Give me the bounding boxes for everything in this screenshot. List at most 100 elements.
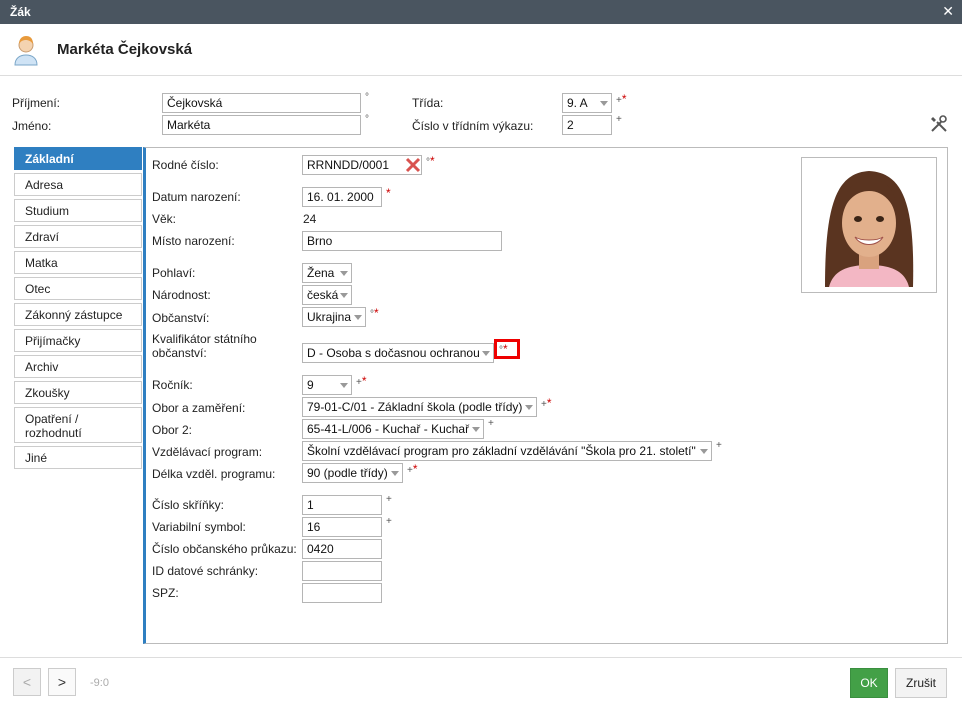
window-title: Žák — [10, 5, 31, 19]
tab-zdravi[interactable]: Zdraví — [14, 225, 142, 248]
kvalifikator-select[interactable]: D - Osoba s dočasnou ochranou — [302, 343, 494, 363]
prijmeni-label: Příjmení: — [12, 96, 61, 110]
rodne-cislo-input[interactable] — [302, 155, 422, 175]
chevron-down-icon — [340, 271, 348, 276]
required-mark: +* — [541, 396, 552, 410]
tab-zkousky[interactable]: Zkoušky — [14, 381, 142, 404]
required-mark: °* — [499, 342, 508, 356]
cislo-label: Číslo v třídním výkazu: — [412, 119, 534, 133]
trida-label: Třída: — [412, 96, 444, 110]
op-input[interactable] — [302, 539, 382, 559]
jmeno-input[interactable] — [162, 115, 361, 135]
rocnik-select[interactable]: 9 — [302, 375, 352, 395]
program-label: Vzdělávací program: — [152, 445, 263, 459]
obcanstvi-value: Ukrajina — [307, 310, 352, 324]
skrinka-input[interactable] — [302, 495, 382, 515]
skrinka-label: Číslo skříňky: — [152, 498, 225, 512]
misto-label: Místo narození: — [152, 234, 235, 248]
datum-input[interactable] — [302, 187, 382, 207]
required-mark: °* — [370, 306, 379, 320]
kvalifikator-label-2: občanství: — [152, 346, 207, 360]
chevron-down-icon — [472, 427, 480, 432]
pohlavi-label: Pohlaví: — [152, 266, 196, 280]
window-titlebar: Žák ✕ — [0, 0, 962, 24]
next-button[interactable]: > — [48, 668, 76, 696]
kvalifikator-value: D - Osoba s dočasnou ochranou — [307, 346, 480, 360]
op-label: Číslo občanského průkazu: — [152, 542, 297, 556]
chevron-down-icon — [482, 351, 490, 356]
tab-matka[interactable]: Matka — [14, 251, 142, 274]
student-photo — [801, 157, 937, 293]
obor2-select[interactable]: 65-41-L/006 - Kuchař - Kuchař — [302, 419, 484, 439]
tab-archiv[interactable]: Archiv — [14, 355, 142, 378]
trida-value: 9. A — [567, 96, 588, 110]
trida-select[interactable]: 9. A — [562, 93, 612, 113]
tab-zakladni[interactable]: Základní — [14, 147, 142, 170]
tab-opatreni[interactable]: Opatření / rozhodnutí — [14, 407, 142, 443]
tools-icon[interactable] — [930, 115, 948, 133]
datum-label: Datum narození: — [152, 190, 241, 204]
narodnost-value: česká — [307, 288, 339, 302]
prev-button[interactable]: < — [13, 668, 41, 696]
obor-select[interactable]: 79-01-C/01 - Základní škola (podle třídy… — [302, 397, 537, 417]
chevron-down-icon — [600, 101, 608, 106]
program-select[interactable]: Školní vzdělávací program pro základní v… — [302, 441, 712, 461]
portrait-image — [807, 163, 931, 287]
dialog-header: Markéta Čejkovská — [0, 24, 962, 76]
required-mark: +* — [356, 374, 367, 388]
tab-studium[interactable]: Studium — [14, 199, 142, 222]
obcanstvi-label: Občanství: — [152, 311, 210, 325]
obor-label: Obor a zaměření: — [152, 401, 246, 415]
clear-icon[interactable] — [405, 157, 421, 173]
spz-input[interactable] — [302, 583, 382, 603]
delka-label: Délka vzděl. programu: — [152, 467, 276, 481]
vek-value: 24 — [303, 212, 317, 226]
ok-button[interactable]: OK — [850, 668, 888, 698]
required-mark: * — [386, 186, 391, 200]
rocnik-value: 9 — [307, 378, 314, 392]
dialog-footer — [0, 657, 962, 709]
prijmeni-input[interactable] — [162, 93, 361, 113]
obor2-label: Obor 2: — [152, 423, 193, 437]
tab-zakonny-zastupce[interactable]: Zákonný zástupce — [14, 303, 142, 326]
close-icon[interactable]: ✕ — [942, 4, 954, 18]
plus-mark: + — [616, 114, 622, 125]
record-counter: -9:0 — [90, 677, 109, 689]
rodne-cislo-label: Rodné číslo: — [152, 158, 219, 172]
pohlavi-value: Žena — [307, 266, 335, 280]
misto-input[interactable] — [302, 231, 502, 251]
person-name: Markéta Čejkovská — [57, 41, 193, 58]
ds-input[interactable] — [302, 561, 382, 581]
obcanstvi-select[interactable]: Ukrajina — [302, 307, 366, 327]
tab-otec[interactable]: Otec — [14, 277, 142, 300]
tab-jine[interactable]: Jiné — [14, 446, 142, 469]
program-value: Školní vzdělávací program pro základní v… — [307, 444, 696, 458]
degree-mark: ° — [365, 92, 369, 103]
required-mark: +* — [407, 462, 418, 476]
required-mark: °* — [426, 154, 435, 168]
tab-adresa[interactable]: Adresa — [14, 173, 142, 196]
tab-prijimacky[interactable]: Přijímačky — [14, 329, 142, 352]
chevron-down-icon — [525, 405, 533, 410]
narodnost-select[interactable]: česká — [302, 285, 352, 305]
required-mark: +* — [616, 92, 627, 106]
chevron-down-icon — [354, 315, 362, 320]
narodnost-label: Národnost: — [152, 288, 211, 302]
cancel-button[interactable]: Zrušit — [895, 668, 947, 698]
chevron-down-icon — [700, 449, 708, 454]
vs-input[interactable] — [302, 517, 382, 537]
pohlavi-select[interactable]: Žena — [302, 263, 352, 283]
rocnik-label: Ročník: — [152, 378, 193, 392]
delka-value: 90 (podle třídy) — [307, 466, 388, 480]
degree-mark: ° — [365, 114, 369, 125]
plus-mark: + — [386, 494, 392, 505]
user-avatar-icon — [14, 36, 38, 66]
kvalifikator-label-1: Kvalifikátor státního — [152, 332, 257, 346]
plus-mark: + — [386, 516, 392, 527]
plus-mark: + — [488, 418, 494, 429]
ds-label: ID datové schránky: — [152, 564, 259, 578]
delka-select[interactable]: 90 (podle třídy) — [302, 463, 403, 483]
jmeno-label: Jméno: — [12, 119, 52, 133]
vek-label: Věk: — [152, 212, 177, 226]
cislo-input[interactable] — [562, 115, 612, 135]
